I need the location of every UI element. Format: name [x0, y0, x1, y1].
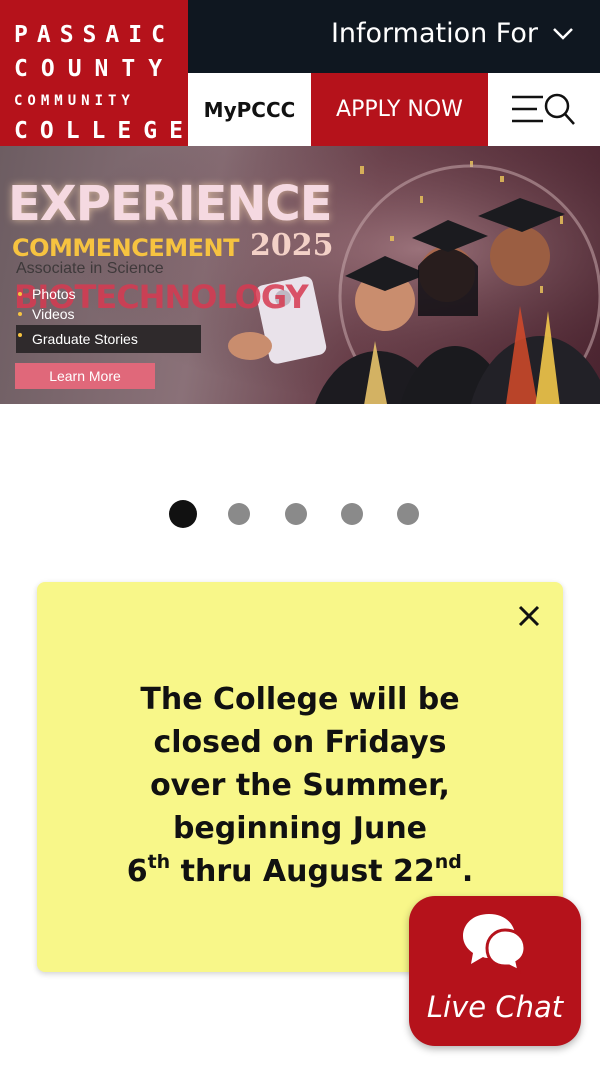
live-chat-button[interactable]: Live Chat: [409, 896, 581, 1046]
alert-line-3: over the Summer,: [150, 768, 450, 803]
logo-line-3: COMMUNITY: [14, 93, 135, 109]
hero-year: 2025: [250, 228, 334, 263]
alert-line-5: 6th thru August 22nd.: [77, 850, 523, 893]
carousel-dot-3[interactable]: [285, 503, 307, 525]
apply-now-button[interactable]: APPLY NOW: [311, 73, 488, 146]
hero-link-graduate-stories[interactable]: Graduate Stories: [16, 325, 201, 353]
alert-date-mid: thru August 22: [170, 854, 435, 889]
alert-line-4: beginning June: [172, 811, 428, 846]
close-icon: [518, 605, 540, 627]
alert-date-end: .: [461, 854, 474, 889]
learn-more-button[interactable]: Learn More: [15, 363, 155, 389]
carousel-dot-5[interactable]: [397, 503, 419, 525]
menu-search-icon: [512, 93, 575, 125]
chat-bubbles-icon: [463, 914, 527, 974]
carousel-dot-4[interactable]: [341, 503, 363, 525]
alert-line-2: closed on Fridays: [153, 725, 447, 760]
alert-date-start-suffix: th: [147, 851, 171, 873]
carousel-pagination: [0, 500, 600, 528]
hero-associate-text: Associate in Science: [16, 260, 164, 277]
logo-line-1: PASSAIC: [14, 22, 174, 48]
chevron-down-icon: [553, 27, 573, 40]
hero-title: EXPERIENCE: [8, 176, 333, 232]
hero-link-list: Photos Videos Graduate Stories: [16, 284, 201, 353]
carousel-dot-2[interactable]: [228, 503, 250, 525]
mypccc-link[interactable]: MyPCCC: [188, 73, 311, 146]
alert-message: The College will be closed on Fridays ov…: [77, 678, 523, 893]
hero-link-photos[interactable]: Photos: [16, 284, 201, 304]
hero-link-videos[interactable]: Videos: [16, 304, 201, 324]
alert-date-start: 6: [126, 854, 148, 889]
information-for-label: Information For: [330, 18, 538, 49]
live-chat-label: Live Chat: [426, 990, 564, 1024]
information-for-dropdown[interactable]: Information For: [331, 18, 574, 49]
logo-line-4: COLLEGE: [14, 118, 195, 144]
logo-line-2: COUNTY: [14, 56, 176, 82]
alert-close-button[interactable]: [515, 602, 543, 630]
menu-search-button[interactable]: [488, 73, 600, 146]
alert-line-1: The College will be: [140, 682, 460, 717]
alert-date-end-suffix: nd: [434, 851, 462, 873]
hero-subtitle: COMMENCEMENT: [12, 234, 240, 262]
carousel-dot-1[interactable]: [169, 500, 197, 528]
hero-banner[interactable]: EXPERIENCE COMMENCEMENT 2025 Associate i…: [0, 146, 600, 404]
